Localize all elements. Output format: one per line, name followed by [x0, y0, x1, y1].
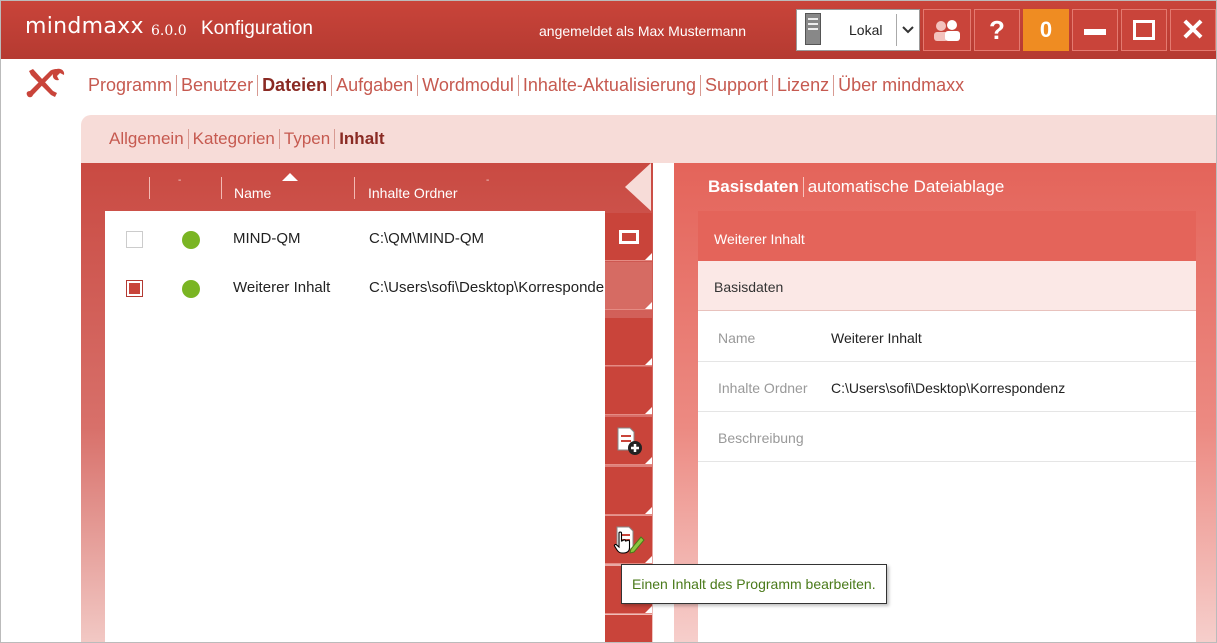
detail-section-title: Basisdaten — [698, 261, 1196, 311]
tab-basisdaten[interactable]: Basisdaten — [708, 177, 803, 197]
field-beschreibung[interactable]: Beschreibung — [698, 412, 1196, 462]
minimize-icon — [1084, 29, 1106, 35]
row-checkbox[interactable] — [126, 280, 143, 297]
field-label: Name — [718, 330, 756, 346]
tools-icon — [26, 68, 65, 98]
add-content-button[interactable] — [605, 417, 652, 465]
tab-kategorien[interactable]: Kategorien — [187, 129, 279, 149]
column-header-inhalte-ordner[interactable]: Inhalte Ordner — [368, 185, 458, 201]
server-select[interactable]: Lokal — [796, 9, 920, 51]
menu-item-dateien[interactable]: Dateien — [257, 75, 331, 96]
content-list-panel: - Name Inhalte Ordner - MIND-QM C:\QM\MI… — [81, 163, 653, 642]
login-status: angemeldet als Max Mustermann — [539, 23, 746, 39]
field-inhalte-ordner[interactable]: Inhalte Ordner C:\Users\sofi\Desktop\Kor… — [698, 362, 1196, 412]
column-separator — [149, 177, 150, 199]
tab-automatische-dateiablage[interactable]: automatische Dateiablage — [802, 177, 1009, 197]
sub-navigation: Allgemein Kategorien Typen Inhalt — [81, 115, 1216, 163]
toolbar-button[interactable] — [605, 262, 652, 310]
column-separator — [354, 177, 355, 199]
menu-item-aufgaben[interactable]: Aufgaben — [331, 75, 417, 96]
users-button[interactable] — [923, 9, 971, 51]
menu-item-benutzer[interactable]: Benutzer — [176, 75, 257, 96]
toolbar-button[interactable] — [605, 367, 652, 415]
users-icon — [934, 20, 960, 41]
minimize-button[interactable] — [1072, 9, 1118, 51]
row-path: C:\Users\sofi\Desktop\Korrespondenz — [369, 279, 605, 296]
column-sort-marker: - — [178, 175, 182, 186]
maximize-button[interactable] — [1121, 9, 1167, 51]
column-separator — [221, 177, 222, 199]
help-button[interactable]: ? — [974, 9, 1020, 51]
collapse-panel-tab[interactable] — [625, 163, 651, 211]
server-icon — [805, 13, 821, 45]
add-document-icon — [617, 427, 642, 455]
hand-cursor-icon — [613, 531, 631, 554]
grid-header: - Name Inhalte Ordner - — [81, 163, 605, 211]
menu-item-inhalte-aktualisierung[interactable]: Inhalte-Aktualisierung — [517, 75, 700, 96]
column-sort-marker: - — [486, 175, 490, 186]
menu-item-lizenz[interactable]: Lizenz — [772, 75, 833, 96]
field-name[interactable]: Name Weiterer Inhalt — [698, 312, 1196, 362]
field-value: C:\Users\sofi\Desktop\Korrespondenz — [831, 380, 1066, 396]
field-label: Inhalte Ordner — [718, 380, 808, 396]
toolbar-button[interactable] — [605, 318, 652, 366]
menu-item-programm[interactable]: Programm — [88, 75, 176, 96]
main-menu: Programm Benutzer Dateien Aufgaben Wordm… — [88, 75, 968, 96]
close-button[interactable]: ✕ — [1170, 9, 1216, 51]
title-bar: mindmaxx 6.0.0 Konfiguration angemeldet … — [1, 1, 1216, 59]
sub-menu: Allgemein Kategorien Typen Inhalt — [109, 129, 389, 149]
detail-header: Weiterer Inhalt — [698, 211, 1196, 261]
view-button[interactable] — [605, 213, 652, 261]
tooltip: Einen Inhalt des Programm bearbeiten. — [621, 564, 887, 604]
app-name: mindmaxx — [25, 14, 144, 39]
main-navigation: Programm Benutzer Dateien Aufgaben Wordm… — [1, 59, 1216, 115]
table-row[interactable]: Weiterer Inhalt C:\Users\sofi\Desktop\Ko… — [105, 263, 605, 313]
row-checkbox[interactable] — [126, 231, 143, 248]
app-version: 6.0.0 — [151, 23, 187, 39]
menu-item-wordmodul[interactable]: Wordmodul — [417, 75, 518, 96]
field-label: Beschreibung — [718, 430, 804, 446]
chevron-down-icon[interactable] — [896, 14, 918, 46]
field-value: Weiterer Inhalt — [831, 330, 922, 346]
row-path: C:\QM\MIND-QM — [369, 230, 484, 247]
sort-ascending-icon — [282, 173, 298, 181]
grid-body: MIND-QM C:\QM\MIND-QM Weiterer Inhalt C:… — [105, 211, 605, 642]
table-row[interactable]: MIND-QM C:\QM\MIND-QM — [105, 214, 605, 264]
row-name: MIND-QM — [233, 230, 301, 247]
maximize-icon — [1133, 20, 1155, 40]
server-select-value: Lokal — [849, 22, 883, 38]
column-header-name[interactable]: Name — [234, 185, 271, 201]
app-window: mindmaxx 6.0.0 Konfiguration angemeldet … — [0, 0, 1217, 643]
menu-item-support[interactable]: Support — [700, 75, 772, 96]
tab-typen[interactable]: Typen — [278, 129, 334, 149]
row-name: Weiterer Inhalt — [233, 279, 331, 296]
menu-item-ueber[interactable]: Über mindmaxx — [833, 75, 968, 96]
rectangle-icon — [618, 229, 639, 244]
status-indicator — [182, 231, 200, 249]
tab-inhalt[interactable]: Inhalt — [334, 129, 388, 149]
tab-allgemein[interactable]: Allgemein — [109, 129, 188, 149]
module-title: Konfiguration — [201, 18, 313, 39]
status-indicator — [182, 280, 200, 298]
notification-counter[interactable]: 0 — [1023, 9, 1069, 51]
toolbar-button[interactable] — [605, 615, 652, 642]
toolbar-button[interactable] — [605, 467, 652, 515]
detail-tabs: Basisdaten automatische Dateiablage — [708, 177, 1008, 197]
